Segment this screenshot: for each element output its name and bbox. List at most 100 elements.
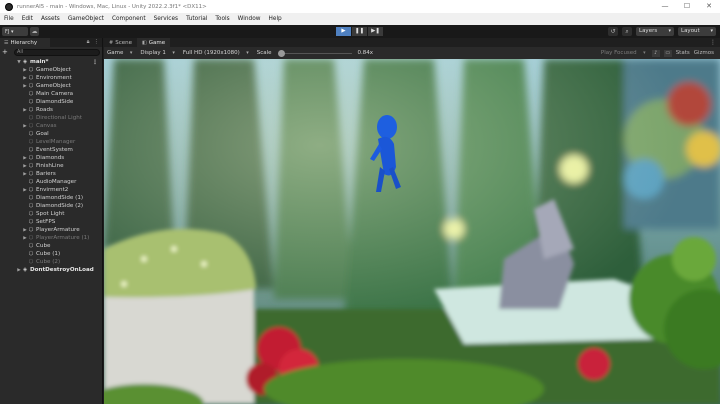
display-dropdown[interactable]: Display 1 bbox=[138, 48, 178, 58]
minimize-icon[interactable]: — bbox=[654, 0, 676, 13]
tab-scene[interactable]: # Scene bbox=[104, 38, 137, 47]
game-viewport[interactable] bbox=[104, 59, 720, 404]
hierarchy-item-label: Diamonds bbox=[36, 155, 65, 161]
hierarchy-item[interactable]: ▶ ⬡ Envirment2 bbox=[0, 186, 102, 194]
hierarchy-item[interactable]: ⬡ AudioManager bbox=[0, 178, 102, 186]
game-mode-dropdown[interactable]: Game bbox=[105, 48, 136, 58]
gameobject-cube-icon: ⬡ bbox=[28, 203, 34, 209]
unity-scene-icon: ◈ bbox=[22, 267, 28, 273]
hierarchy-item[interactable]: ⬡ Cube bbox=[0, 242, 102, 250]
layers-dropdown[interactable]: Layers bbox=[636, 27, 674, 36]
hierarchy-item[interactable]: ⬡ DiamondSide (1) bbox=[0, 194, 102, 202]
menu-bar: File Edit Assets GameObject Component Se… bbox=[0, 13, 720, 25]
gameobject-cube-icon: ⬡ bbox=[28, 227, 34, 233]
scene-kebab-menu-icon[interactable]: ⋮ bbox=[92, 59, 98, 66]
layout-dropdown[interactable]: Layout bbox=[678, 27, 716, 36]
hierarchy-item-label: Roads bbox=[36, 107, 53, 113]
hierarchy-item[interactable]: ▶ ⬡ GameObject bbox=[0, 82, 102, 90]
menu-tutorial[interactable]: Tutorial bbox=[182, 16, 211, 22]
hierarchy-item-label: DiamondSide bbox=[36, 99, 74, 105]
hierarchy-panel: ☰ Hierarchy 🔒︎ ⋮ + All ▼ ◈ main* ⋮ ▶ ⬡ GameObj… bbox=[0, 38, 103, 404]
hierarchy-item-label: PlayerArmature bbox=[36, 227, 80, 233]
account-dropdown[interactable]: FJ ▾ bbox=[2, 27, 28, 36]
playback-controls: ▶ ❚❚ ▶❚ bbox=[336, 27, 383, 36]
tab-game[interactable]: ◧ Game bbox=[136, 38, 171, 47]
hierarchy-item[interactable]: ▶ ⬡ Canvas bbox=[0, 122, 102, 130]
scale-slider[interactable] bbox=[277, 49, 352, 57]
scale-value: 0.84x bbox=[357, 50, 374, 56]
view-tab-bar: # Scene ◧ Game ⋮ bbox=[104, 38, 720, 47]
hierarchy-item[interactable]: ⬡ Directional Light bbox=[0, 114, 102, 122]
hierarchy-item-label: Cube bbox=[36, 243, 51, 249]
mute-audio-icon[interactable]: ♪ bbox=[651, 49, 660, 57]
hierarchy-item[interactable]: ⬡ DiamondSide bbox=[0, 98, 102, 106]
hierarchy-item[interactable]: ▶ ⬡ Diamonds bbox=[0, 154, 102, 162]
menu-component[interactable]: Component bbox=[108, 16, 150, 22]
hierarchy-item-label: main* bbox=[30, 59, 49, 65]
hierarchy-item[interactable]: ⬡ Cube (2) bbox=[0, 258, 102, 266]
gameobject-cube-icon: ⬡ bbox=[28, 107, 34, 113]
hierarchy-item[interactable]: ⬡ Goal bbox=[0, 130, 102, 138]
hierarchy-item[interactable]: ⬡ EventSystem bbox=[0, 146, 102, 154]
main-toolbar: FJ ▾ ☁ ▶ ❚❚ ▶❚ ↺ ⌕ Layers Layout bbox=[0, 25, 720, 38]
menu-tools[interactable]: Tools bbox=[211, 16, 233, 22]
hierarchy-item[interactable]: ⬡ Main Camera bbox=[0, 90, 102, 98]
resolution-dropdown[interactable]: Full HD (1920x1080) bbox=[180, 48, 252, 58]
hierarchy-item[interactable]: ▶ ⬡ Environment bbox=[0, 74, 102, 82]
scale-slider-knob[interactable] bbox=[277, 49, 285, 57]
hierarchy-item[interactable]: ▶ ⬡ PlayerArmature (1) bbox=[0, 234, 102, 242]
menu-gameobject[interactable]: GameObject bbox=[64, 16, 108, 22]
hierarchy-search-input[interactable]: All bbox=[14, 48, 100, 56]
hierarchy-item[interactable]: ▶ ⬡ FinishLine bbox=[0, 162, 102, 170]
list-icon: ☰ bbox=[4, 39, 9, 46]
pause-button[interactable]: ❚❚ bbox=[352, 27, 367, 36]
menu-file[interactable]: File bbox=[0, 16, 18, 22]
close-icon[interactable]: ✕ bbox=[698, 0, 720, 13]
add-object-button[interactable]: + bbox=[2, 48, 12, 56]
menu-window[interactable]: Window bbox=[234, 16, 265, 22]
unity-app-icon bbox=[5, 2, 13, 11]
cloud-icon[interactable]: ☁ bbox=[30, 27, 39, 36]
hierarchy-item[interactable]: ⬡ Cube (1) bbox=[0, 250, 102, 258]
lock-icon[interactable]: 🔒︎ bbox=[87, 39, 90, 46]
gameobject-cube-icon: ⬡ bbox=[28, 235, 34, 241]
game-view-options: ♪ ▭ Stats Gizmos bbox=[651, 49, 720, 57]
tab-hierarchy[interactable]: ☰ Hierarchy bbox=[0, 38, 50, 47]
hierarchy-item[interactable]: ▶ ⬡ Bariers bbox=[0, 170, 102, 178]
search-icon[interactable]: ⌕ bbox=[622, 27, 632, 36]
gameobject-cube-icon: ⬡ bbox=[28, 211, 34, 217]
gameobject-cube-icon: ⬡ bbox=[28, 171, 34, 177]
aspect-icon[interactable]: ▭ bbox=[663, 49, 672, 57]
tab-game-label: Game bbox=[148, 39, 166, 46]
play-focused-dropdown[interactable]: Play Focused bbox=[601, 50, 649, 56]
scene-grid-icon: # bbox=[109, 39, 114, 46]
gameobject-cube-icon: ⬡ bbox=[28, 163, 34, 169]
play-button[interactable]: ▶ bbox=[336, 27, 351, 36]
hierarchy-item[interactable]: ▶ ⬡ Roads bbox=[0, 106, 102, 114]
menu-services[interactable]: Services bbox=[150, 16, 182, 22]
hierarchy-scene-row[interactable]: ▶ ◈ DontDestroyOnLoad bbox=[0, 266, 102, 274]
gameobject-cube-icon: ⬡ bbox=[28, 131, 34, 137]
hierarchy-item-label: Cube (1) bbox=[36, 251, 61, 257]
step-button[interactable]: ▶❚ bbox=[368, 27, 383, 36]
toolbar-right: ↺ ⌕ Layers Layout bbox=[608, 27, 716, 36]
menu-assets[interactable]: Assets bbox=[37, 16, 64, 22]
menu-edit[interactable]: Edit bbox=[18, 16, 37, 22]
hierarchy-item[interactable]: ⬡ SetFPS bbox=[0, 218, 102, 226]
hierarchy-item[interactable]: ⬡ Spot Light bbox=[0, 210, 102, 218]
hierarchy-tab-actions: 🔒︎ ⋮ bbox=[87, 39, 99, 46]
hierarchy-item[interactable]: ⬡ LevelManager bbox=[0, 138, 102, 146]
maximize-icon[interactable]: ☐ bbox=[676, 0, 698, 13]
history-icon[interactable]: ↺ bbox=[608, 27, 618, 36]
menu-help[interactable]: Help bbox=[265, 16, 286, 22]
hierarchy-item[interactable]: ⬡ DiamondSide (2) bbox=[0, 202, 102, 210]
gameobject-cube-icon: ⬡ bbox=[28, 99, 34, 105]
hierarchy-item[interactable]: ▶ ⬡ PlayerArmature bbox=[0, 226, 102, 234]
kebab-menu-icon[interactable]: ⋮ bbox=[94, 39, 100, 46]
view-kebab-menu-icon[interactable]: ⋮ bbox=[710, 38, 716, 47]
hierarchy-scene-row[interactable]: ▼ ◈ main* ⋮ bbox=[0, 58, 102, 66]
gizmos-button[interactable]: Gizmos bbox=[694, 50, 714, 56]
stats-button[interactable]: Stats bbox=[676, 50, 690, 56]
hierarchy-item[interactable]: ▶ ⬡ GameObject bbox=[0, 66, 102, 74]
gameobject-cube-icon: ⬡ bbox=[28, 155, 34, 161]
